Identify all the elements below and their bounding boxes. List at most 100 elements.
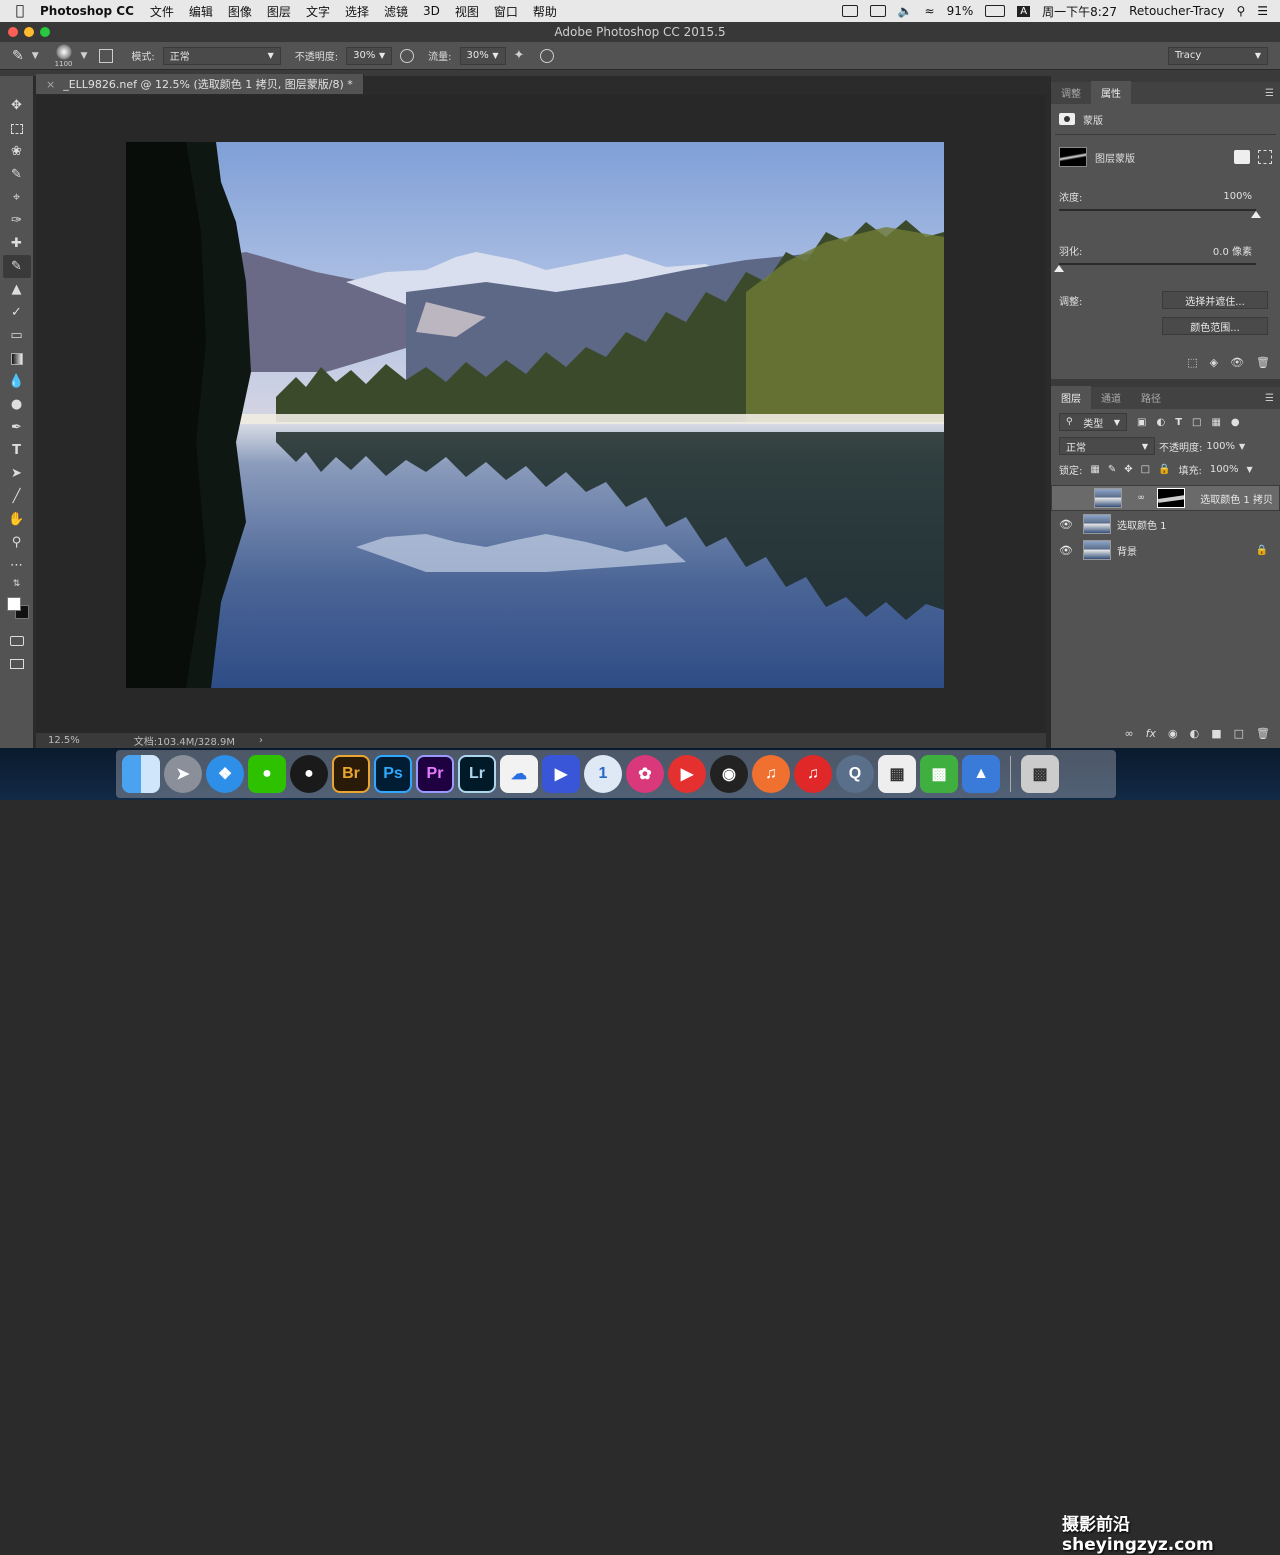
- lock-icon[interactable]: 🔒: [1256, 545, 1268, 556]
- numbers-icon[interactable]: ▩: [920, 755, 958, 793]
- visibility-toggle-icon[interactable]: 👁: [1059, 518, 1075, 531]
- density-slider-handle[interactable]: [1251, 211, 1261, 218]
- hand-tool-icon[interactable]: ✋: [3, 508, 31, 531]
- filter-shape-icon[interactable]: □: [1192, 417, 1201, 428]
- fx-icon[interactable]: fx: [1146, 727, 1156, 740]
- lock-pixels-icon[interactable]: ✎: [1108, 464, 1116, 475]
- menu-select[interactable]: 选择: [345, 3, 369, 20]
- clone-stamp-tool-icon[interactable]: ▲: [3, 278, 31, 301]
- pressure-size-icon[interactable]: [540, 48, 555, 63]
- layer-name[interactable]: 选取颜色 1: [1117, 517, 1167, 532]
- mode-select[interactable]: 正常 ▼: [162, 46, 281, 65]
- type-tool-icon[interactable]: T: [3, 439, 31, 462]
- 1password-icon[interactable]: 1: [584, 755, 622, 793]
- blend-mode-select[interactable]: 正常 ▼: [1059, 437, 1155, 455]
- lock-transparent-icon[interactable]: ▦: [1090, 464, 1099, 475]
- trash-icon[interactable]: 🗑: [1256, 356, 1270, 369]
- status-menu-chevron-icon[interactable]: ›: [259, 735, 263, 746]
- load-selection-icon[interactable]: ⬚: [1187, 356, 1197, 369]
- menu-edit[interactable]: 编辑: [189, 3, 213, 20]
- layer-mask-thumbnail[interactable]: [1156, 488, 1185, 508]
- menu-3d[interactable]: 3D: [423, 4, 440, 18]
- blur-tool-icon[interactable]: 💧: [3, 370, 31, 393]
- bridge-icon[interactable]: Br: [332, 755, 370, 793]
- minimize-button[interactable]: [24, 27, 34, 37]
- filter-toggle-icon[interactable]: ●: [1231, 417, 1240, 428]
- keynote-icon[interactable]: ▲: [962, 755, 1000, 793]
- tab-adjustments[interactable]: 调整: [1051, 81, 1091, 104]
- zoom-button[interactable]: [40, 27, 50, 37]
- volume-icon[interactable]: 🔈: [898, 4, 913, 18]
- brush-tool-icon[interactable]: ✎: [12, 48, 24, 64]
- line-tool-icon[interactable]: ╱: [3, 485, 31, 508]
- lasso-tool-icon[interactable]: ❀: [3, 140, 31, 163]
- quick-select-tool-icon[interactable]: ✎: [3, 163, 31, 186]
- pressure-opacity-icon[interactable]: [400, 48, 415, 63]
- density-value[interactable]: 100%: [1223, 191, 1252, 202]
- link-layers-icon[interactable]: ∞: [1124, 727, 1133, 740]
- visibility-toggle-icon[interactable]: 👁: [1059, 544, 1075, 557]
- lock-all-icon[interactable]: 🔒: [1158, 464, 1170, 475]
- eye-icon[interactable]: 👁: [1230, 356, 1244, 369]
- trash-icon[interactable]: 🗑: [1256, 727, 1270, 740]
- brush-panel-toggle-icon[interactable]: [99, 48, 114, 63]
- filter-adjustment-icon[interactable]: ◐: [1156, 417, 1165, 428]
- baidu-netdisk-icon[interactable]: ☁: [500, 755, 538, 793]
- layer-opacity-value[interactable]: 100%: [1206, 441, 1235, 452]
- apple-icon[interactable]: : [0, 3, 40, 19]
- pixel-mask-icon[interactable]: [1234, 150, 1250, 164]
- zoom-tool-icon[interactable]: ⚲: [3, 531, 31, 554]
- more-tools-icon[interactable]: ⋯: [3, 554, 31, 577]
- menu-app-name[interactable]: Photoshop CC: [40, 4, 134, 18]
- layer-name[interactable]: 背景: [1117, 543, 1137, 558]
- move-tool-icon[interactable]: ✥: [3, 94, 31, 117]
- color-range-button[interactable]: 颜色范围...: [1162, 317, 1268, 335]
- filter-pixel-icon[interactable]: ▣: [1137, 417, 1146, 428]
- screen-recorder-icon[interactable]: ▶: [668, 755, 706, 793]
- finder-icon[interactable]: [122, 755, 160, 793]
- brush-preset-picker[interactable]: 1100: [55, 43, 72, 68]
- safari-icon[interactable]: ❖: [206, 755, 244, 793]
- new-adjustment-icon[interactable]: ◐: [1190, 727, 1200, 740]
- history-brush-tool-icon[interactable]: ✓: [3, 301, 31, 324]
- spotlight-icon[interactable]: ⚲: [1236, 4, 1245, 18]
- battery-label[interactable]: 91%: [947, 4, 974, 18]
- vector-mask-icon[interactable]: [1258, 150, 1272, 164]
- dodge-tool-icon[interactable]: ●: [3, 393, 31, 416]
- flow-select[interactable]: 30% ▼: [459, 46, 506, 65]
- new-group-icon[interactable]: ■: [1211, 727, 1221, 740]
- wifi-icon[interactable]: ≈: [925, 4, 935, 18]
- screen-mode-icon[interactable]: [3, 652, 31, 675]
- menu-layer[interactable]: 图层: [267, 3, 291, 20]
- layer-row[interactable]: ∞ 选取颜色 1 拷贝: [1051, 485, 1280, 511]
- marquee-tool-icon[interactable]: [3, 117, 31, 140]
- notification-icon[interactable]: ☰: [1257, 4, 1268, 18]
- screen-record-icon[interactable]: [841, 5, 858, 17]
- display-icon[interactable]: ▩: [1021, 755, 1059, 793]
- layer-row[interactable]: 👁 背景 🔒: [1051, 537, 1280, 563]
- fill-value[interactable]: 100%: [1210, 464, 1239, 475]
- density-slider[interactable]: [1059, 209, 1261, 218]
- feather-slider[interactable]: [1054, 263, 1256, 272]
- select-and-mask-button[interactable]: 选择并遮住...: [1162, 291, 1268, 309]
- tab-channels[interactable]: 通道: [1091, 386, 1131, 409]
- qq-icon[interactable]: ●: [290, 755, 328, 793]
- opacity-select[interactable]: 30% ▼: [346, 46, 393, 65]
- color-swatches[interactable]: [3, 595, 31, 625]
- brush-chevron-icon[interactable]: ▼: [80, 51, 87, 61]
- tab-layers[interactable]: 图层: [1051, 386, 1091, 409]
- gradient-tool-icon[interactable]: [3, 347, 31, 370]
- clock[interactable]: 周一下午8:27: [1042, 3, 1117, 20]
- layers-menu-icon[interactable]: ☰: [1265, 393, 1274, 404]
- input-method-icon[interactable]: A: [1017, 5, 1031, 17]
- battery-icon[interactable]: [985, 5, 1006, 17]
- path-select-tool-icon[interactable]: ➤: [3, 462, 31, 485]
- link-icon[interactable]: ∞: [1137, 493, 1145, 503]
- chevron-down-icon[interactable]: ▼: [1239, 442, 1245, 451]
- wechat-icon[interactable]: ●: [248, 755, 286, 793]
- premiere-icon[interactable]: Pr: [416, 755, 454, 793]
- launchpad-icon[interactable]: ➤: [164, 755, 202, 793]
- user-name[interactable]: Retoucher-Tracy: [1129, 4, 1224, 18]
- document-image[interactable]: [126, 142, 944, 688]
- video-editor-icon[interactable]: ▶: [542, 755, 580, 793]
